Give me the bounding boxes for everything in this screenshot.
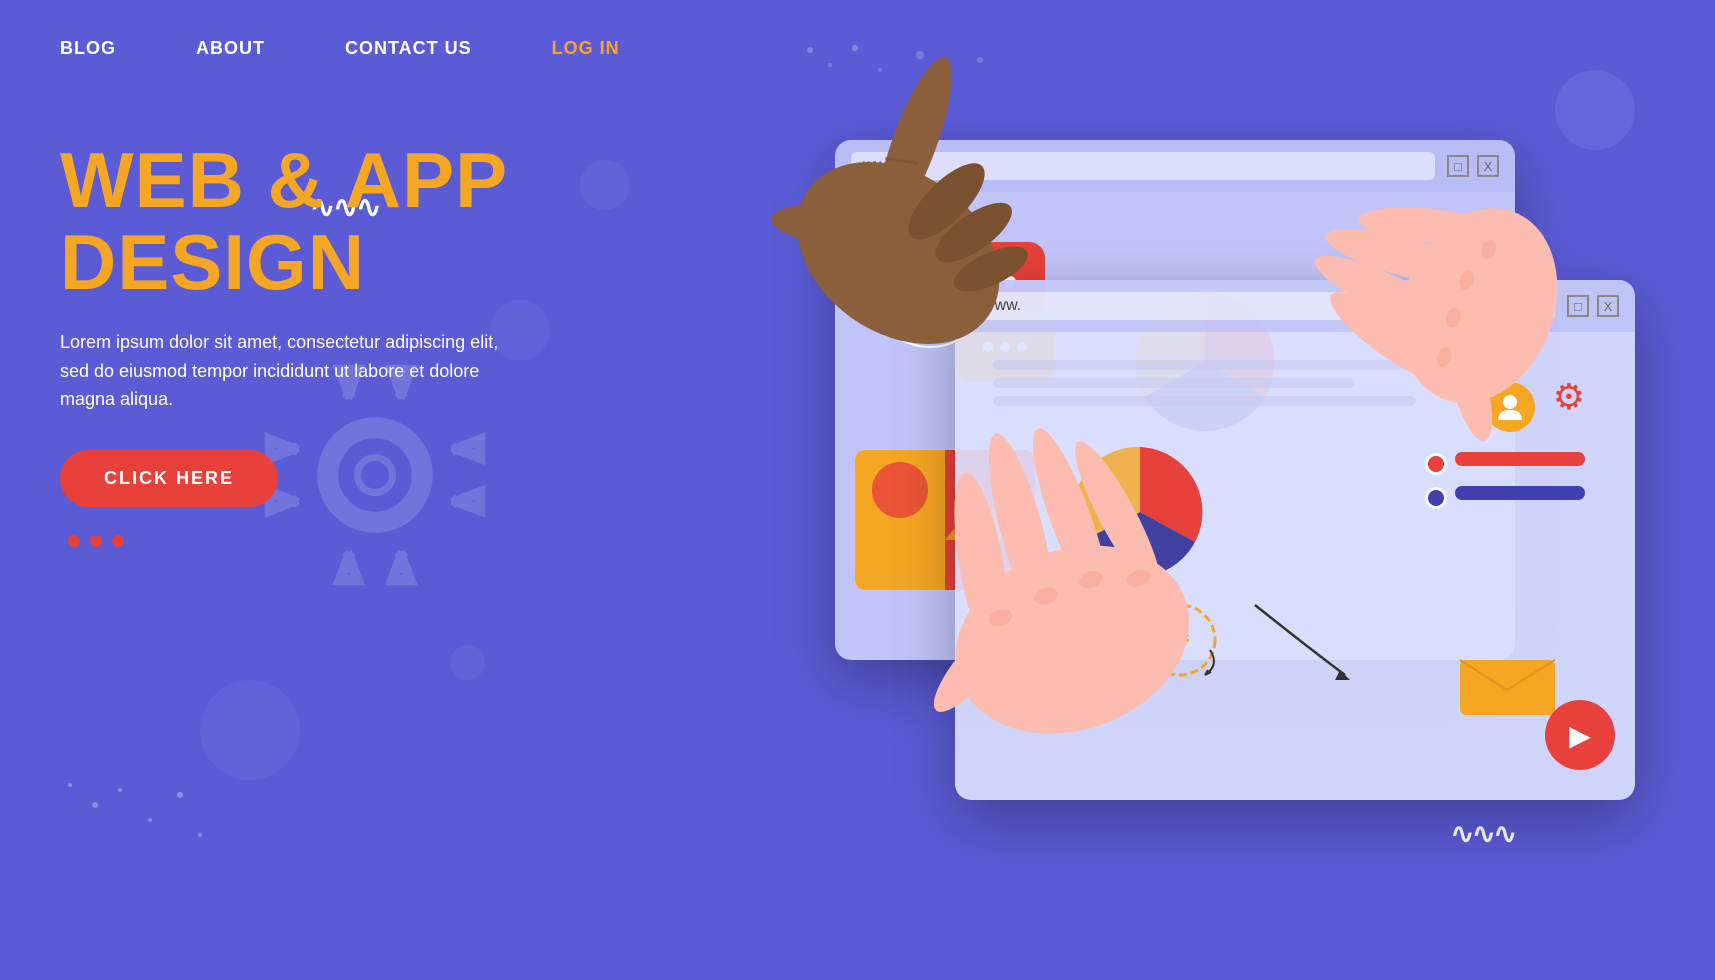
browser-bar-2: www. □ X	[955, 280, 1635, 332]
curved-arrow	[1245, 595, 1365, 700]
browser-controls-1: □ X	[1447, 155, 1499, 177]
url-bar-1: www.	[851, 152, 1435, 180]
gear-icon: ⚙	[1553, 376, 1585, 418]
url-bar-2: www.	[971, 292, 1555, 320]
dot-2	[90, 535, 102, 547]
gear-circle-arrow: ⚙	[1135, 595, 1225, 690]
dots-decoration	[68, 535, 560, 547]
close-btn-1[interactable]: X	[1477, 155, 1499, 177]
hero-title: WEB & APP DESIGN	[60, 140, 560, 304]
user-avatar	[1485, 382, 1535, 432]
browser-controls-2: □ X	[1567, 295, 1619, 317]
dot-3	[112, 535, 124, 547]
content-line-2	[993, 378, 1355, 388]
pie-chart-2	[1055, 432, 1225, 597]
minimize-btn-1[interactable]: □	[1447, 155, 1469, 177]
browser-bar-1: www. □ X	[835, 140, 1515, 192]
nav-blog[interactable]: BLOG	[60, 38, 116, 59]
content-line-1	[993, 360, 1476, 370]
browsers-container: www. □ X	[795, 80, 1695, 900]
play-button[interactable]: ▶	[1545, 700, 1615, 770]
dot-1	[68, 535, 80, 547]
thumb-left	[855, 450, 945, 590]
close-btn-2[interactable]: X	[1597, 295, 1619, 317]
slider-area	[1425, 452, 1585, 510]
mail-icon	[1460, 645, 1555, 720]
slider-blue[interactable]	[1455, 486, 1585, 500]
deco-circle-5	[450, 645, 485, 680]
deco-circle-3	[200, 680, 300, 780]
hero-description: Lorem ipsum dolor sit amet, consectetur …	[60, 328, 510, 414]
navigation: BLOG ABOUT CONTACT US LOG IN	[0, 0, 1715, 96]
scatter-dots-2	[60, 775, 210, 880]
deco-circle-2	[580, 160, 630, 210]
svg-text:⚙: ⚙	[1168, 623, 1191, 653]
user-icon	[1485, 382, 1535, 436]
cta-button[interactable]: CLICK HERE	[60, 450, 278, 507]
content-line-3	[993, 396, 1416, 406]
hero-content: WEB & APP DESIGN Lorem ipsum dolor sit a…	[60, 140, 560, 547]
minimize-btn-2[interactable]: □	[1567, 295, 1589, 317]
nav-contact[interactable]: CONTACT US	[345, 38, 472, 59]
browser-window-2: www. □ X	[955, 280, 1635, 800]
browser-body-2: ⚙	[955, 332, 1635, 800]
nav-about[interactable]: ABOUT	[196, 38, 265, 59]
slider-red[interactable]	[1455, 452, 1585, 466]
nav-login[interactable]: LOG IN	[552, 38, 620, 59]
